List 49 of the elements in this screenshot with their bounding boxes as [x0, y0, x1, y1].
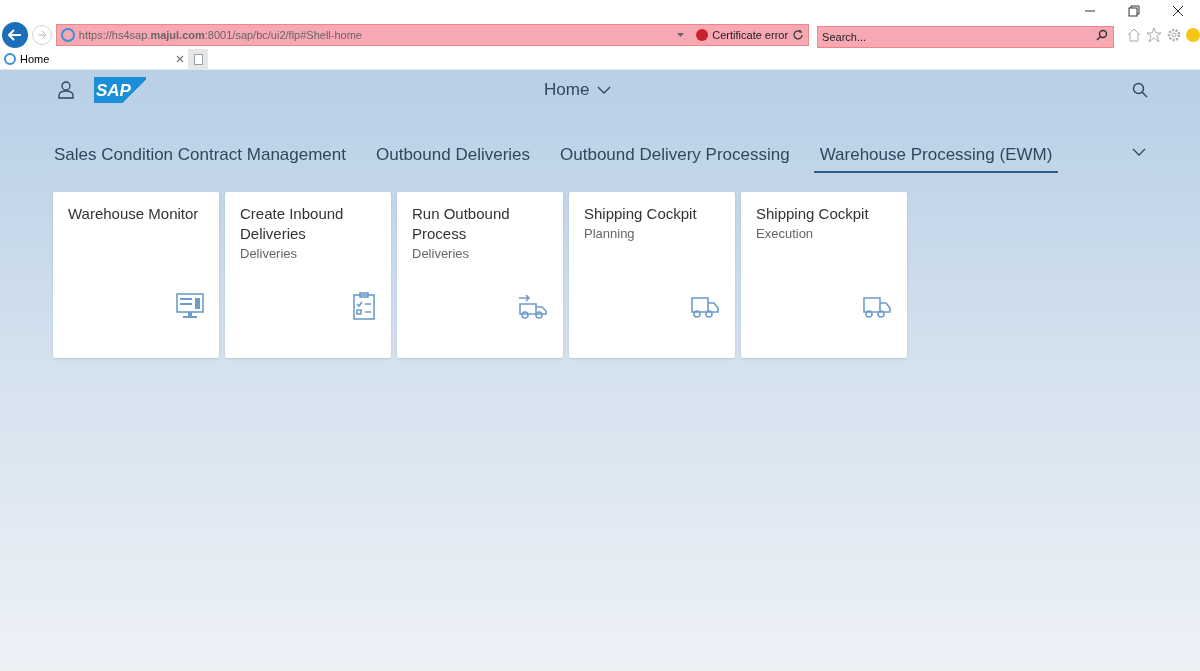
truck-icon	[690, 296, 720, 320]
home-title-button[interactable]: Home	[544, 77, 612, 103]
url-text: https://hs4sap.majul.com:8001/sap/bc/ui2/flp#Shell-home	[78, 27, 363, 43]
arrow-left-icon	[7, 28, 22, 42]
group-tab[interactable]: Warehouse Processing (EWM)	[813, 138, 1059, 173]
clipboard-checklist-icon	[352, 292, 376, 320]
group-tab[interactable]: Outbound Deliveries	[370, 138, 537, 173]
tile-title: Create Inbound Deliveries	[240, 204, 345, 244]
close-icon[interactable]	[1172, 5, 1184, 17]
new-tab-button[interactable]	[188, 49, 208, 69]
dropdown-caret-icon[interactable]	[677, 33, 685, 37]
certificate-error-text[interactable]: Certificate error	[712, 26, 789, 44]
tile-title: Warehouse Monitor	[68, 204, 200, 224]
app-tile[interactable]: Create Inbound Deliveries Deliveries	[225, 192, 391, 358]
search-icon[interactable]	[1132, 82, 1148, 98]
truck-arrow-icon	[518, 294, 548, 320]
address-bar[interactable]: https://hs4sap.majul.com:8001/sap/bc/ui2/flp#Shell-home Certificate error	[55, 24, 810, 46]
chevron-down-icon[interactable]	[1132, 148, 1146, 156]
app-tile[interactable]: Run Outbound Process Deliveries	[397, 192, 563, 358]
star-icon[interactable]	[1146, 27, 1162, 43]
settings-icon[interactable]	[1166, 27, 1182, 43]
close-tab-icon[interactable]	[176, 55, 184, 63]
app-tile[interactable]: Warehouse Monitor	[53, 192, 219, 358]
tile-title: Shipping Cockpit	[756, 204, 870, 224]
tile-subtitle: Deliveries	[240, 245, 299, 263]
restore-icon[interactable]	[1128, 5, 1140, 17]
tile-subtitle: Execution	[756, 225, 815, 243]
group-tab[interactable]: Outbound Delivery Processing	[554, 138, 796, 173]
app-tile[interactable]: Shipping Cockpit Execution	[741, 192, 907, 358]
group-tab[interactable]: Sales Condition Contract Management	[48, 138, 352, 173]
search-field[interactable]: Search...	[817, 26, 1114, 48]
tab-label: Home	[20, 51, 51, 67]
truck-icon	[862, 296, 892, 320]
back-button[interactable]	[2, 22, 28, 48]
monitor-icon	[176, 292, 204, 320]
refresh-icon[interactable]	[792, 29, 805, 41]
home-icon[interactable]	[1126, 27, 1142, 43]
browser-logo-icon	[60, 28, 75, 42]
tile-title: Run Outbound Process	[412, 204, 511, 244]
user-icon[interactable]	[58, 81, 74, 99]
browser-logo-icon	[4, 53, 16, 65]
tile-title: Shipping Cockpit	[584, 204, 698, 224]
company-logo: SAP	[94, 77, 146, 103]
app-tile[interactable]: Shipping Cockpit Planning	[569, 192, 735, 358]
tile-subtitle: Planning	[584, 225, 636, 243]
chevron-down-icon	[597, 86, 612, 94]
search-icon[interactable]	[1096, 29, 1108, 41]
tile-subtitle: Deliveries	[412, 245, 471, 263]
arrow-right-icon	[36, 30, 47, 40]
